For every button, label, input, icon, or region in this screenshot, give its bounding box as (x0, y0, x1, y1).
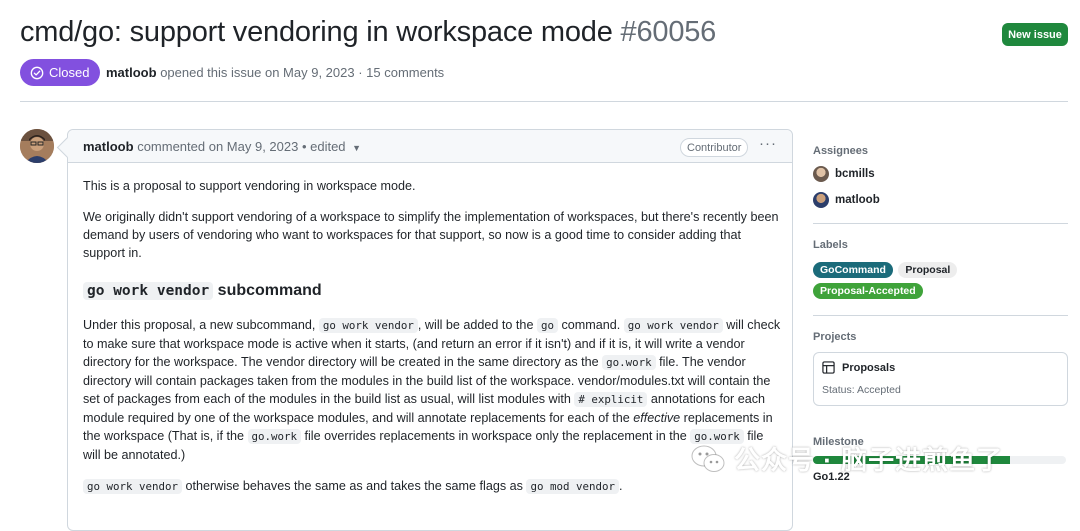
assignee-name: matloob (835, 194, 880, 206)
inline-code: go.work (602, 355, 656, 370)
avatar-image (20, 129, 54, 163)
assignee-matloob[interactable]: matloob (813, 192, 880, 208)
text: command. (557, 318, 624, 332)
project-card[interactable]: Proposals Status: Accepted (813, 352, 1068, 406)
text: , will be added to the (417, 318, 537, 332)
paragraph-proposal: Under this proposal, a new subcommand, g… (83, 316, 781, 464)
comment-date[interactable]: commented on May 9, 2023 • edited (137, 139, 345, 154)
emphasis-text: effective (633, 411, 681, 425)
inline-code: go.work (247, 429, 302, 444)
inline-code: go work vendor (83, 479, 183, 494)
issue-meta: matloob opened this issue on May 9, 2023… (106, 65, 444, 80)
sidebar-divider (813, 223, 1068, 224)
label-proposal-accepted[interactable]: Proposal-Accepted (813, 283, 923, 299)
chevron-down-icon[interactable]: ▼ (352, 143, 361, 153)
label-gocommand[interactable]: GoCommand (813, 262, 893, 278)
closed-check-icon (30, 66, 44, 79)
comment-card: matloob commented on May 9, 2023 • edite… (67, 129, 793, 531)
watermark: 公众号 · 脑子进煎鱼了 (690, 440, 1003, 477)
labels-heading[interactable]: Labels (813, 239, 848, 251)
issue-author-link[interactable]: matloob (106, 65, 157, 80)
heading-text: subcommand (213, 282, 322, 299)
text: file overrides replacements in workspace… (301, 429, 691, 443)
inline-code: go work vendor (318, 318, 418, 333)
projects-heading[interactable]: Projects (813, 331, 856, 343)
text: Under this proposal, a new subcommand, (83, 318, 319, 332)
comment-body: This is a proposal to support vendoring … (83, 177, 781, 496)
text: . (618, 479, 623, 493)
paragraph-intro: This is a proposal to support vendoring … (83, 179, 416, 193)
table-icon (822, 361, 835, 374)
status-label: Closed (49, 65, 90, 80)
assignee-name: bcmills (835, 168, 875, 180)
labels-list: GoCommand Proposal (813, 260, 1068, 278)
inline-code: go work vendor (623, 318, 723, 333)
heading-code: go work vendor (83, 282, 214, 300)
assignee-bcmills[interactable]: bcmills (813, 166, 875, 182)
header-divider (20, 101, 1068, 102)
contributor-badge: Contributor (680, 138, 749, 157)
status-badge: Closed (20, 59, 101, 86)
sidebar-divider (813, 315, 1068, 316)
inline-code: go (536, 318, 558, 333)
project-title-row: Proposals (822, 361, 895, 374)
labels-list-row2: Proposal-Accepted (813, 281, 923, 299)
paragraph-behavior: go work vendor otherwise behaves the sam… (83, 477, 781, 496)
avatar[interactable] (20, 129, 54, 163)
comment-header: matloob commented on May 9, 2023 • edite… (68, 130, 792, 163)
project-name[interactable]: Proposals (842, 362, 895, 374)
wechat-icon (691, 445, 725, 472)
issue-number: #60056 (620, 16, 717, 48)
project-status: Status: Accepted (822, 384, 901, 396)
assignees-heading[interactable]: Assignees (813, 145, 868, 157)
new-issue-button[interactable]: New issue (1002, 23, 1068, 46)
inline-code: go mod vendor (526, 479, 619, 494)
comment-author-link[interactable]: matloob (83, 139, 134, 154)
issue-title-text: cmd/go: support vendoring in workspace m… (20, 16, 613, 48)
paragraph-background: We originally didn't support vendoring o… (83, 210, 779, 260)
label-proposal[interactable]: Proposal (898, 262, 958, 278)
avatar (813, 192, 829, 208)
issue-title: cmd/go: support vendoring in workspace m… (20, 16, 716, 49)
avatar (813, 166, 829, 182)
subcommand-heading: go work vendor subcommand (83, 282, 781, 300)
comment-meta: matloob commented on May 9, 2023 • edite… (83, 139, 361, 154)
kebab-menu-icon[interactable]: ··· (759, 135, 777, 152)
watermark-text: 公众号 · 脑子进煎鱼了 (734, 445, 1004, 475)
text: otherwise behaves the same as and takes … (182, 479, 527, 493)
inline-code: # explicit (574, 392, 648, 407)
issue-opened-text: opened this issue on May 9, 2023 · 15 co… (160, 65, 445, 80)
